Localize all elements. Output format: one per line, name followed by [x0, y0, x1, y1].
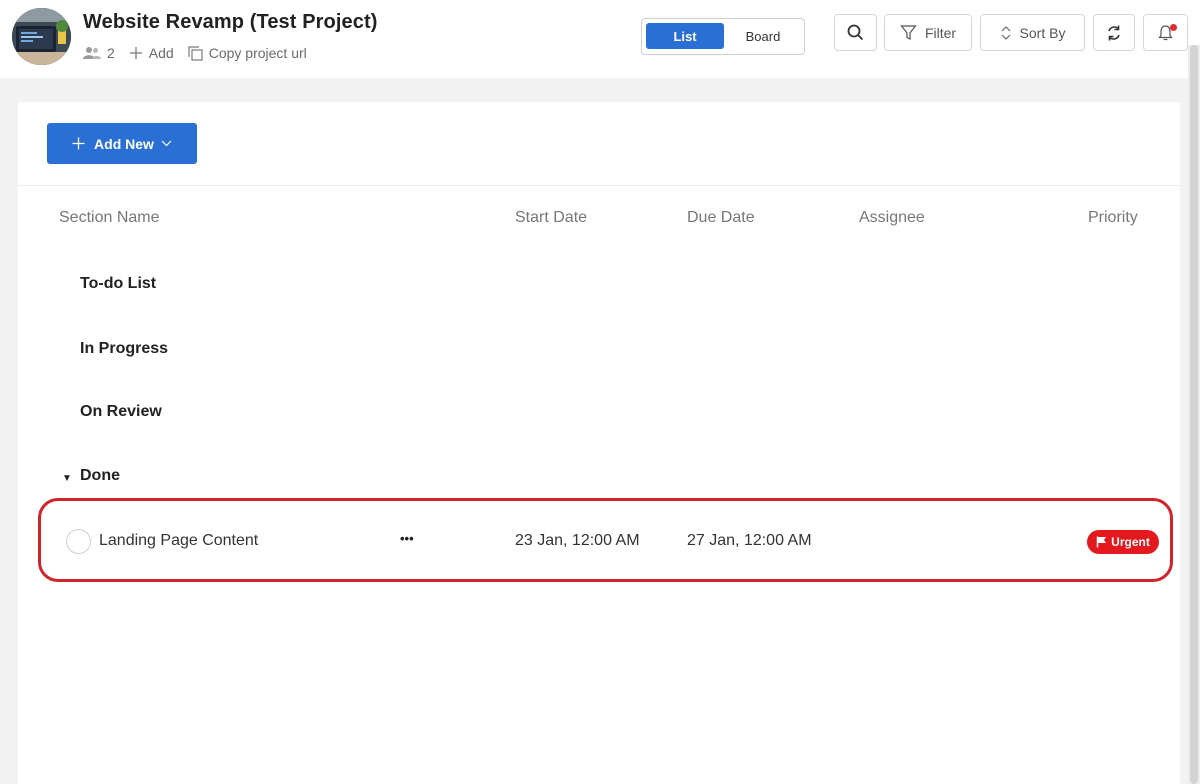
members-icon [83, 47, 101, 59]
section-in-progress[interactable]: In Progress [80, 340, 168, 358]
search-button[interactable] [834, 14, 877, 51]
section-done[interactable]: Done [80, 467, 120, 485]
project-title: Website Revamp (Test Project) [83, 11, 378, 33]
notification-dot [1170, 24, 1177, 31]
flag-icon [1096, 536, 1107, 548]
column-header-due-date[interactable]: Due Date [687, 209, 755, 227]
sort-by-button[interactable]: Sort By [980, 14, 1085, 51]
refresh-icon [1108, 25, 1120, 40]
column-header-assignee[interactable]: Assignee [859, 209, 925, 227]
panel-header: Add New [18, 102, 1180, 186]
search-icon [847, 24, 864, 41]
copy-url-label: Copy project url [208, 45, 307, 61]
plus-icon [129, 47, 142, 59]
task-more-options-button[interactable]: ••• [400, 531, 414, 546]
add-member-button[interactable]: Add [129, 45, 174, 61]
section-todo-list[interactable]: To-do List [80, 275, 156, 293]
copy-url-button[interactable]: Copy project url [188, 45, 307, 61]
list-panel: Add New Section Name Start Date Due Date… [18, 102, 1180, 784]
column-header-start-date[interactable]: Start Date [515, 209, 587, 227]
filter-button[interactable]: Filter [884, 14, 972, 51]
notifications-button[interactable] [1143, 14, 1188, 51]
filter-label: Filter [924, 24, 957, 41]
view-toggle: List Board [641, 18, 805, 55]
task-name[interactable]: Landing Page Content [99, 532, 258, 550]
filter-icon [900, 25, 917, 40]
add-member-label: Add [148, 45, 174, 61]
board-view-tab[interactable]: Board [724, 23, 802, 49]
members-count-label: 2 [107, 45, 115, 61]
refresh-button[interactable] [1093, 14, 1135, 51]
scrollbar[interactable] [1188, 45, 1200, 784]
column-header-section-name[interactable]: Section Name [59, 209, 160, 227]
section-on-review[interactable]: On Review [80, 403, 162, 421]
sort-icon [1001, 25, 1010, 40]
task-complete-checkbox[interactable] [66, 529, 91, 554]
project-meta: 2 Add Copy project url [83, 44, 321, 62]
caret-down-icon[interactable]: ▼ [62, 473, 72, 484]
plus-icon [72, 137, 85, 150]
copy-icon [188, 45, 203, 61]
priority-badge-urgent[interactable]: Urgent [1087, 530, 1159, 554]
chevron-down-icon [161, 140, 172, 147]
list-view-tab[interactable]: List [646, 23, 724, 49]
add-new-label: Add New [94, 135, 154, 152]
column-header-priority[interactable]: Priority [1088, 209, 1138, 227]
task-due-date[interactable]: 27 Jan, 12:00 AM [687, 532, 812, 550]
add-new-button[interactable]: Add New [47, 123, 197, 164]
priority-label: Urgent [1111, 535, 1150, 549]
task-start-date[interactable]: 23 Jan, 12:00 AM [515, 532, 640, 550]
members-count[interactable]: 2 [83, 45, 115, 61]
top-bar: Website Revamp (Test Project) 2 Add Copy… [0, 0, 1200, 78]
scrollbar-thumb[interactable] [1190, 45, 1198, 784]
sort-by-label: Sort By [1019, 24, 1066, 41]
project-avatar[interactable] [12, 8, 71, 65]
